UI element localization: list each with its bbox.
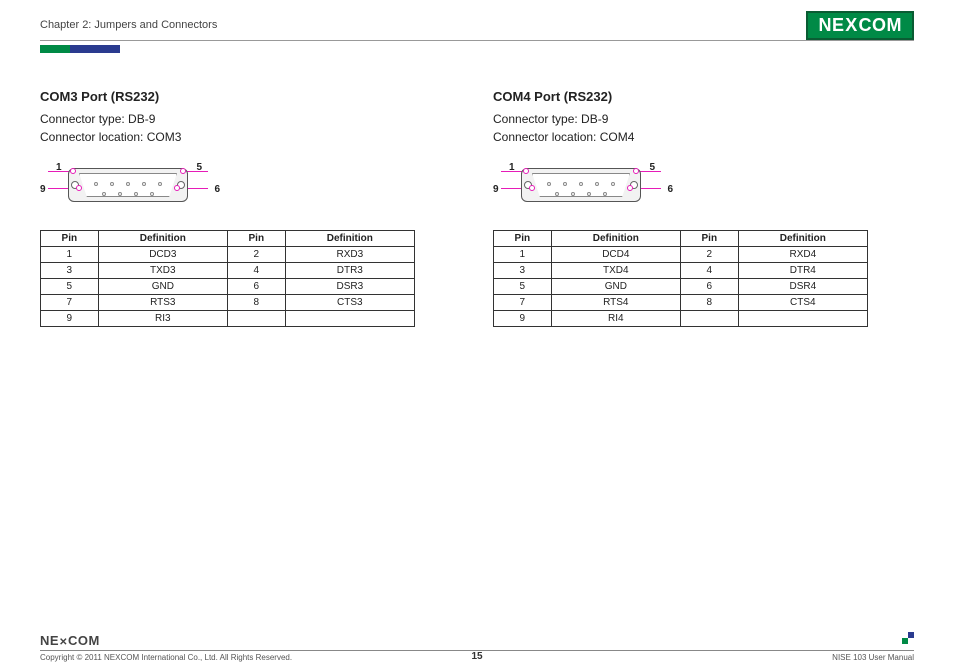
table-header: Pin bbox=[494, 231, 552, 247]
table-cell: 5 bbox=[494, 279, 552, 295]
table-cell: DTR4 bbox=[738, 263, 867, 279]
page-number: 15 bbox=[471, 651, 482, 662]
connector-type: Connector type: DB-9 bbox=[40, 110, 445, 128]
marker-dot bbox=[627, 185, 633, 191]
db9-diagram: 1596 bbox=[493, 160, 673, 210]
table-cell: 2 bbox=[227, 247, 285, 263]
table-row: 3TXD34DTR3 bbox=[41, 263, 415, 279]
footer: NE✕COM Copyright © 2011 NEXCOM Internati… bbox=[40, 633, 914, 662]
copyright-text: Copyright © 2011 NEXCOM International Co… bbox=[40, 653, 292, 662]
chapter-title: Chapter 2: Jumpers and Connectors bbox=[40, 19, 217, 31]
table-header: Pin bbox=[227, 231, 285, 247]
db9-diagram: 1596 bbox=[40, 160, 220, 210]
table-cell: DTR3 bbox=[285, 263, 414, 279]
table-cell: TXD3 bbox=[98, 263, 227, 279]
pin-label-9: 9 bbox=[493, 184, 499, 195]
table-cell: 8 bbox=[680, 295, 738, 311]
table-row: 5GND6DSR4 bbox=[494, 279, 868, 295]
table-cell: 4 bbox=[680, 263, 738, 279]
table-cell: RI3 bbox=[98, 311, 227, 327]
table-header: Definition bbox=[98, 231, 227, 247]
table-cell: RI4 bbox=[551, 311, 680, 327]
port-section: COM4 Port (RS232) Connector type: DB-9Con… bbox=[493, 89, 898, 327]
table-cell: 2 bbox=[680, 247, 738, 263]
table-cell: CTS3 bbox=[285, 295, 414, 311]
table-row: 9RI4 bbox=[494, 311, 868, 327]
section-title: COM3 Port (RS232) bbox=[40, 89, 445, 104]
connector-type: Connector type: DB-9 bbox=[493, 110, 898, 128]
db9-outline bbox=[68, 168, 188, 202]
header-rule bbox=[40, 40, 914, 41]
blue-accent bbox=[70, 45, 120, 53]
table-cell bbox=[680, 311, 738, 327]
table-cell: DSR4 bbox=[738, 279, 867, 295]
table-row: 1DCD32RXD3 bbox=[41, 247, 415, 263]
table-cell: DSR3 bbox=[285, 279, 414, 295]
table-cell: 7 bbox=[41, 295, 99, 311]
nexcom-logo: NEXCOM bbox=[806, 11, 914, 40]
table-cell: CTS4 bbox=[738, 295, 867, 311]
green-accent bbox=[40, 45, 70, 53]
table-cell bbox=[227, 311, 285, 327]
table-cell: 4 bbox=[227, 263, 285, 279]
table-row: 9RI3 bbox=[41, 311, 415, 327]
table-cell: RTS3 bbox=[98, 295, 227, 311]
section-title: COM4 Port (RS232) bbox=[493, 89, 898, 104]
table-cell: GND bbox=[551, 279, 680, 295]
table-row: 3TXD44DTR4 bbox=[494, 263, 868, 279]
marker-dot bbox=[633, 168, 639, 174]
pin-label-6: 6 bbox=[214, 184, 220, 195]
table-row: 1DCD42RXD4 bbox=[494, 247, 868, 263]
pin-label-9: 9 bbox=[40, 184, 46, 195]
table-cell: 6 bbox=[680, 279, 738, 295]
marker-dot bbox=[523, 168, 529, 174]
footer-logo: NE✕COM bbox=[40, 633, 914, 648]
table-header: Definition bbox=[551, 231, 680, 247]
connector-location: Connector location: COM3 bbox=[40, 128, 445, 146]
logo-text: NEXCOM bbox=[818, 15, 902, 36]
table-cell: 3 bbox=[41, 263, 99, 279]
table-header: Pin bbox=[41, 231, 99, 247]
table-cell: 9 bbox=[41, 311, 99, 327]
port-section: COM3 Port (RS232) Connector type: DB-9Con… bbox=[40, 89, 445, 327]
table-cell bbox=[738, 311, 867, 327]
table-cell: TXD4 bbox=[551, 263, 680, 279]
table-cell: GND bbox=[98, 279, 227, 295]
table-cell: 9 bbox=[494, 311, 552, 327]
table-row: 5GND6DSR3 bbox=[41, 279, 415, 295]
db9-outline bbox=[521, 168, 641, 202]
table-row: 7RTS38CTS3 bbox=[41, 295, 415, 311]
table-cell: 7 bbox=[494, 295, 552, 311]
marker-dot bbox=[529, 185, 535, 191]
table-header: Definition bbox=[738, 231, 867, 247]
table-cell: DCD4 bbox=[551, 247, 680, 263]
table-cell bbox=[285, 311, 414, 327]
marker-dot bbox=[70, 168, 76, 174]
table-cell: RXD4 bbox=[738, 247, 867, 263]
table-row: 7RTS48CTS4 bbox=[494, 295, 868, 311]
marker-dot bbox=[76, 185, 82, 191]
table-header: Pin bbox=[680, 231, 738, 247]
table-cell: 5 bbox=[41, 279, 99, 295]
pin-label-6: 6 bbox=[667, 184, 673, 195]
table-cell: 1 bbox=[494, 247, 552, 263]
marker-dot bbox=[174, 185, 180, 191]
connector-location: Connector location: COM4 bbox=[493, 128, 898, 146]
pin-table: PinDefinitionPinDefinition1DCD32RXD33TXD… bbox=[40, 230, 415, 327]
db9-inner bbox=[532, 173, 630, 197]
table-cell: 8 bbox=[227, 295, 285, 311]
doc-title: NISE 103 User Manual bbox=[832, 653, 914, 662]
table-cell: 1 bbox=[41, 247, 99, 263]
table-cell: RXD3 bbox=[285, 247, 414, 263]
db9-inner bbox=[79, 173, 177, 197]
table-cell: RTS4 bbox=[551, 295, 680, 311]
pin-table: PinDefinitionPinDefinition1DCD42RXD43TXD… bbox=[493, 230, 868, 327]
table-cell: 6 bbox=[227, 279, 285, 295]
table-cell: DCD3 bbox=[98, 247, 227, 263]
table-cell: 3 bbox=[494, 263, 552, 279]
marker-dot bbox=[180, 168, 186, 174]
table-header: Definition bbox=[285, 231, 414, 247]
